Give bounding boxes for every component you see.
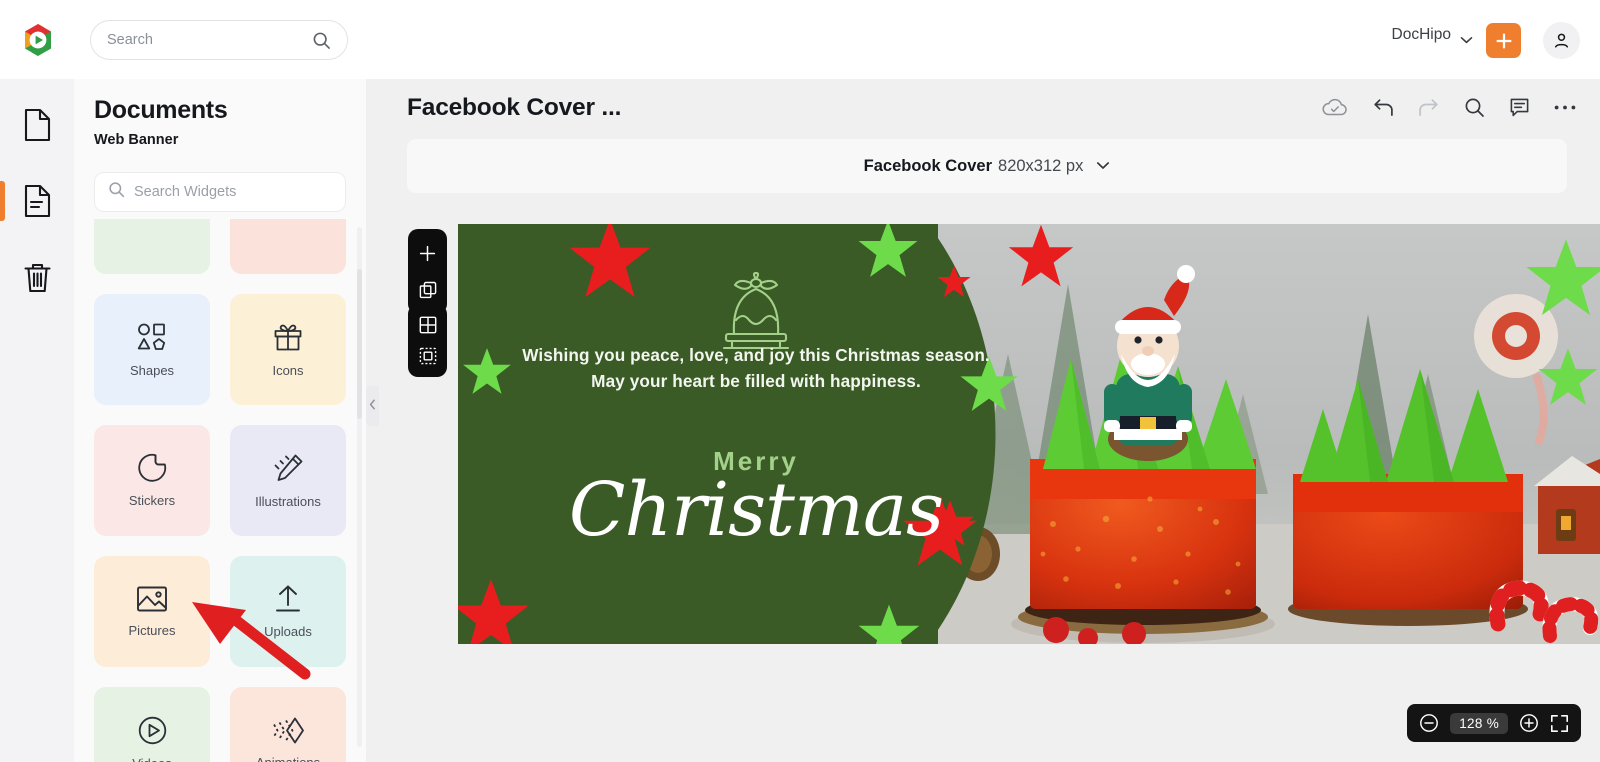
widget-tile-label: Shapes (129, 363, 175, 378)
chevron-left-icon (369, 397, 376, 415)
widget-tile-videos[interactable]: Videos (94, 687, 210, 762)
grid-button[interactable] (411, 310, 445, 341)
widget-tile-label: Videos (132, 756, 172, 762)
app-root: DocHipo (0, 0, 1600, 762)
rail-item-pages[interactable] (0, 173, 74, 229)
star-decoration (1523, 236, 1600, 327)
size-name: Facebook Cover (863, 156, 993, 175)
comment-icon[interactable] (1509, 97, 1530, 118)
dochipo-logo-icon[interactable] (20, 22, 56, 58)
star-decoration (566, 224, 654, 309)
sticker-icon (137, 453, 167, 483)
design-canvas[interactable]: Wishing you peace, love, and joy this Ch… (458, 224, 1600, 644)
widget-panel: Documents Web Banner Search Widgets Shap… (74, 79, 366, 762)
widget-tile-label: Stickers (128, 493, 176, 508)
widget-tile-uploads[interactable]: Uploads (230, 556, 346, 667)
document-toolbar (1322, 97, 1576, 118)
search-input[interactable] (107, 32, 312, 48)
undo-icon[interactable] (1372, 98, 1394, 118)
size-dimensions: 820x312 px (998, 156, 1084, 175)
account-menu[interactable]: DocHipo (1392, 26, 1473, 44)
widget-tile-label: Pictures (128, 623, 176, 638)
widget-tile-label: Uploads (264, 624, 312, 639)
zoom-out-icon[interactable] (1419, 713, 1439, 733)
image-icon (136, 585, 168, 613)
rail-item-documents[interactable] (0, 97, 74, 153)
play-circle-icon (137, 715, 168, 746)
design-artboard[interactable]: Wishing you peace, love, and joy this Ch… (458, 224, 1600, 644)
panel-scrollbar-thumb[interactable] (357, 269, 362, 419)
panel-collapse-button[interactable] (366, 386, 379, 426)
more-options-icon[interactable] (1554, 104, 1576, 111)
account-name: DocHipo (1391, 26, 1451, 43)
canvas-layout-tools (408, 304, 447, 377)
canvas-search-icon[interactable] (1464, 97, 1485, 118)
pencil-ruler-icon (273, 453, 304, 484)
panel-subtitle: Web Banner (94, 132, 179, 148)
chevron-down-icon[interactable] (1460, 31, 1473, 44)
add-new-button[interactable] (1486, 23, 1521, 58)
widget-tile-label: Icons (272, 362, 304, 378)
zoom-in-icon[interactable] (1519, 713, 1539, 733)
redo-icon[interactable] (1418, 98, 1440, 118)
star-decoration (1536, 346, 1600, 415)
zoom-controls: 128 % (1407, 704, 1581, 742)
canvas-page-tools (408, 229, 447, 314)
widget-search[interactable] (94, 172, 346, 212)
global-search[interactable] (90, 20, 348, 60)
left-rail (0, 79, 74, 762)
greeting-text[interactable]: Wishing you peace, love, and joy this Ch… (506, 342, 1006, 394)
gift-icon (272, 322, 304, 353)
avatar[interactable] (1543, 22, 1580, 59)
canvas-size-selector[interactable]: Facebook Cover 820x312 px (407, 139, 1567, 193)
widget-tile-animations[interactable]: Animations (230, 687, 346, 762)
star-decoration (856, 602, 922, 644)
star-decoration (936, 264, 972, 305)
widget-tile-label: Illustrations (255, 493, 321, 509)
shapes-icon (135, 321, 169, 353)
widget-search-input[interactable] (134, 184, 332, 200)
widget-tile-stickers[interactable]: Stickers (94, 425, 210, 536)
duplicate-page-button[interactable] (411, 273, 445, 306)
star-decoration (1006, 224, 1076, 297)
widget-tile-label: Animations (255, 754, 321, 762)
widget-tile-partial[interactable] (94, 219, 210, 274)
select-area-button[interactable] (411, 341, 445, 372)
top-bar: DocHipo (0, 0, 1600, 79)
upload-icon (274, 584, 302, 614)
main-area: Facebook Cover ... Facebook Cover 820x31… (366, 79, 1600, 762)
document-title[interactable]: Facebook Cover ... (407, 94, 621, 122)
widget-tile-partial[interactable] (230, 219, 346, 274)
panel-title: Documents (94, 96, 228, 124)
search-icon (108, 181, 125, 203)
widget-tile-shapes[interactable]: Shapes (94, 294, 210, 405)
chevron-down-icon[interactable] (1096, 157, 1110, 175)
zoom-value[interactable]: 128 % (1450, 712, 1508, 734)
cloud-saved-icon[interactable] (1322, 98, 1348, 118)
widget-tile-icons[interactable]: Icons (230, 294, 346, 405)
fullscreen-icon[interactable] (1550, 714, 1569, 733)
widget-tile-grid: Shapes Icons Stickers Illustrations Pict… (74, 219, 366, 762)
add-page-button[interactable] (411, 237, 445, 270)
rail-item-trash[interactable] (0, 249, 74, 305)
star-decoration (458, 576, 532, 644)
widget-tile-pictures[interactable]: Pictures (94, 556, 210, 667)
search-icon[interactable] (312, 31, 331, 50)
widget-tile-illustrations[interactable]: Illustrations (230, 425, 346, 536)
animation-icon (272, 716, 305, 745)
christmas-text[interactable]: Christmas (496, 467, 1016, 553)
star-decoration (856, 224, 920, 287)
